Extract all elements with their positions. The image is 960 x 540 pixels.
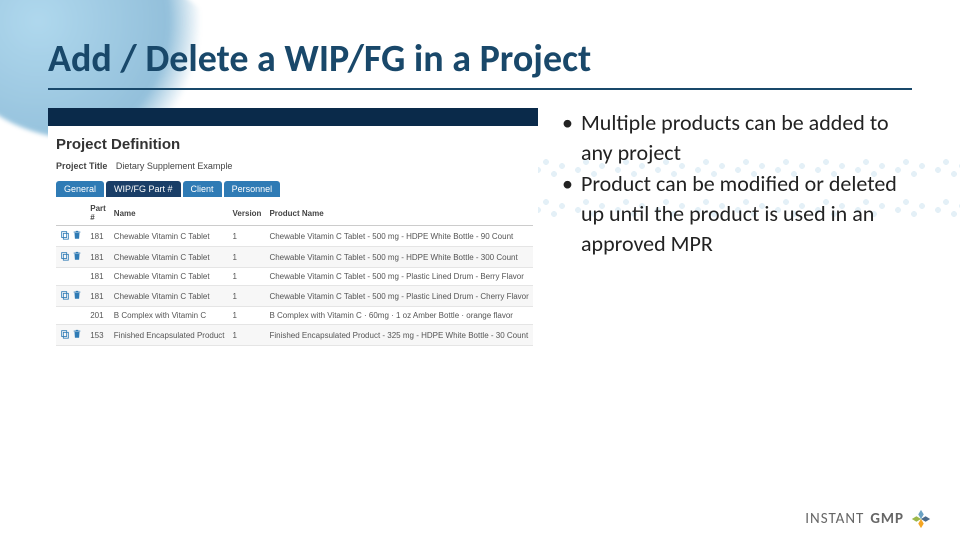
logo-mark-icon (910, 508, 932, 530)
tab-general[interactable]: General (56, 181, 104, 197)
bullet-text: Multiple products can be added to any pr… (581, 108, 912, 167)
row-actions (56, 325, 86, 346)
cell-name: Chewable Vitamin C Tablet (110, 247, 229, 268)
delete-icon[interactable] (72, 230, 82, 242)
brand-logo: INSTANT GMP (805, 508, 932, 530)
cell-name: Chewable Vitamin C Tablet (110, 286, 229, 307)
row-actions (56, 268, 86, 286)
cell-part: 201 (86, 307, 110, 325)
row-actions (56, 286, 86, 307)
delete-icon[interactable] (72, 251, 82, 263)
cell-name: B Complex with Vitamin C (110, 307, 229, 325)
cell-ver: 1 (229, 226, 266, 247)
table-row: 181Chewable Vitamin C Tablet1Chewable Vi… (56, 286, 533, 307)
cell-name: Chewable Vitamin C Tablet (110, 226, 229, 247)
page-title: Add / Delete a WIP/FG in a Project (48, 36, 912, 82)
row-actions (56, 247, 86, 268)
row-actions (56, 307, 86, 325)
subtitle-value: Dietary Supplement Example (116, 161, 233, 171)
cell-name: Finished Encapsulated Product (110, 325, 229, 346)
cell-prod: Finished Encapsulated Product - 325 mg -… (265, 325, 532, 346)
subtitle-label: Project Title (56, 161, 107, 171)
table-row: 181Chewable Vitamin C Tablet1Chewable Vi… (56, 268, 533, 286)
table-row: 181Chewable Vitamin C Tablet1Chewable Vi… (56, 226, 533, 247)
cell-name: Chewable Vitamin C Tablet (110, 268, 229, 286)
col-header: Product Name (265, 201, 532, 226)
project-definition-panel: Project Definition Project Title Dietary… (48, 126, 538, 350)
cell-part: 153 (86, 325, 110, 346)
cell-ver: 1 (229, 247, 266, 268)
title-bar: Add / Delete a WIP/FG in a Project (48, 36, 912, 90)
col-header: Part # (86, 201, 110, 226)
tab-wip-fg-part-[interactable]: WIP/FG Part # (106, 181, 181, 197)
cell-prod: Chewable Vitamin C Tablet - 500 mg - HDP… (265, 247, 532, 268)
copy-icon[interactable] (60, 230, 70, 242)
tab-personnel[interactable]: Personnel (224, 181, 281, 197)
cell-prod: Chewable Vitamin C Tablet - 500 mg - Pla… (265, 286, 532, 307)
app-screenshot: Project Definition Project Title Dietary… (48, 108, 538, 350)
cell-part: 181 (86, 247, 110, 268)
cell-prod: Chewable Vitamin C Tablet - 500 mg - HDP… (265, 226, 532, 247)
row-actions (56, 226, 86, 247)
col-header: Name (110, 201, 229, 226)
delete-icon[interactable] (72, 290, 82, 302)
bullet-dot: • (562, 169, 573, 258)
logo-text-1: INSTANT (805, 510, 864, 528)
bullet-dot: • (562, 108, 573, 167)
delete-icon[interactable] (72, 329, 82, 341)
project-subtitle: Project Title Dietary Supplement Example (56, 161, 530, 171)
bullet-item: •Multiple products can be added to any p… (562, 108, 912, 167)
table-row: 153Finished Encapsulated Product1Finishe… (56, 325, 533, 346)
cell-part: 181 (86, 286, 110, 307)
wipfg-table: Part #NameVersionProduct Name 181Chewabl… (56, 201, 533, 346)
panel-heading: Project Definition (56, 136, 530, 153)
logo-text-2: GMP (870, 510, 904, 528)
content-row: Project Definition Project Title Dietary… (48, 108, 912, 350)
tab-client[interactable]: Client (183, 181, 222, 197)
cell-ver: 1 (229, 268, 266, 286)
bullet-text: Product can be modified or deleted up un… (581, 169, 912, 258)
copy-icon[interactable] (60, 251, 70, 263)
cell-part: 181 (86, 268, 110, 286)
tab-bar: GeneralWIP/FG Part #ClientPersonnel (56, 181, 530, 197)
table-row: 201B Complex with Vitamin C1B Complex wi… (56, 307, 533, 325)
copy-icon[interactable] (60, 290, 70, 302)
cell-prod: Chewable Vitamin C Tablet - 500 mg - Pla… (265, 268, 532, 286)
copy-icon[interactable] (60, 329, 70, 341)
cell-part: 181 (86, 226, 110, 247)
bullet-item: •Product can be modified or deleted up u… (562, 169, 912, 258)
col-header (56, 201, 86, 226)
cell-prod: B Complex with Vitamin C · 60mg · 1 oz A… (265, 307, 532, 325)
screenshot-topbar (48, 108, 538, 126)
table-row: 181Chewable Vitamin C Tablet1Chewable Vi… (56, 247, 533, 268)
col-header: Version (229, 201, 266, 226)
cell-ver: 1 (229, 325, 266, 346)
cell-ver: 1 (229, 307, 266, 325)
slide: Add / Delete a WIP/FG in a Project Proje… (0, 0, 960, 540)
cell-ver: 1 (229, 286, 266, 307)
bullet-list: •Multiple products can be added to any p… (562, 108, 912, 350)
